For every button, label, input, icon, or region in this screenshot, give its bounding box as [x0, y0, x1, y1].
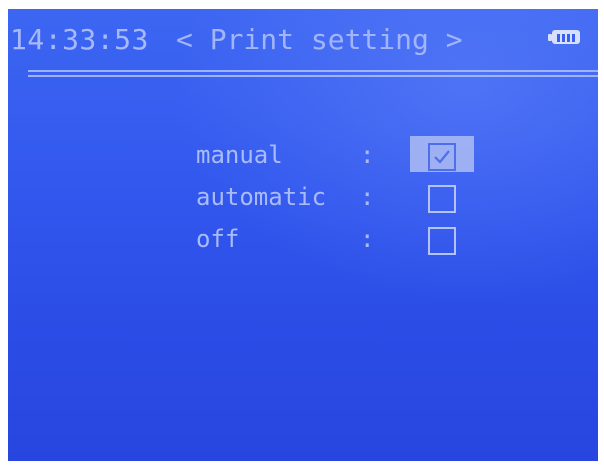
device-screen: 14:33:53 < Print setting > manual : auto…: [8, 9, 598, 461]
off-checkbox[interactable]: [428, 227, 456, 255]
option-off[interactable]: off :: [196, 223, 496, 255]
manual-checkbox[interactable]: [428, 143, 456, 171]
battery-body: [552, 30, 580, 44]
option-manual[interactable]: manual :: [196, 136, 496, 172]
battery-full-icon: [548, 30, 582, 46]
battery-segment: [562, 34, 565, 42]
option-label: automatic: [196, 183, 327, 211]
battery-segment: [572, 34, 575, 42]
option-separator: :: [360, 141, 375, 169]
status-bar: 14:33:53 < Print setting >: [8, 23, 598, 63]
battery-segment: [567, 34, 570, 42]
option-label: off: [196, 225, 240, 253]
checkmark-icon: [434, 150, 450, 164]
battery-segment: [557, 34, 560, 42]
option-automatic[interactable]: automatic :: [196, 181, 496, 213]
option-label: manual: [196, 141, 283, 169]
clock: 14:33:53: [10, 23, 149, 56]
automatic-checkbox[interactable]: [428, 185, 456, 213]
option-separator: :: [360, 183, 375, 211]
header-divider: [28, 70, 598, 72]
screen-title: < Print setting >: [176, 23, 463, 56]
option-separator: :: [360, 225, 375, 253]
header-divider: [28, 75, 598, 77]
